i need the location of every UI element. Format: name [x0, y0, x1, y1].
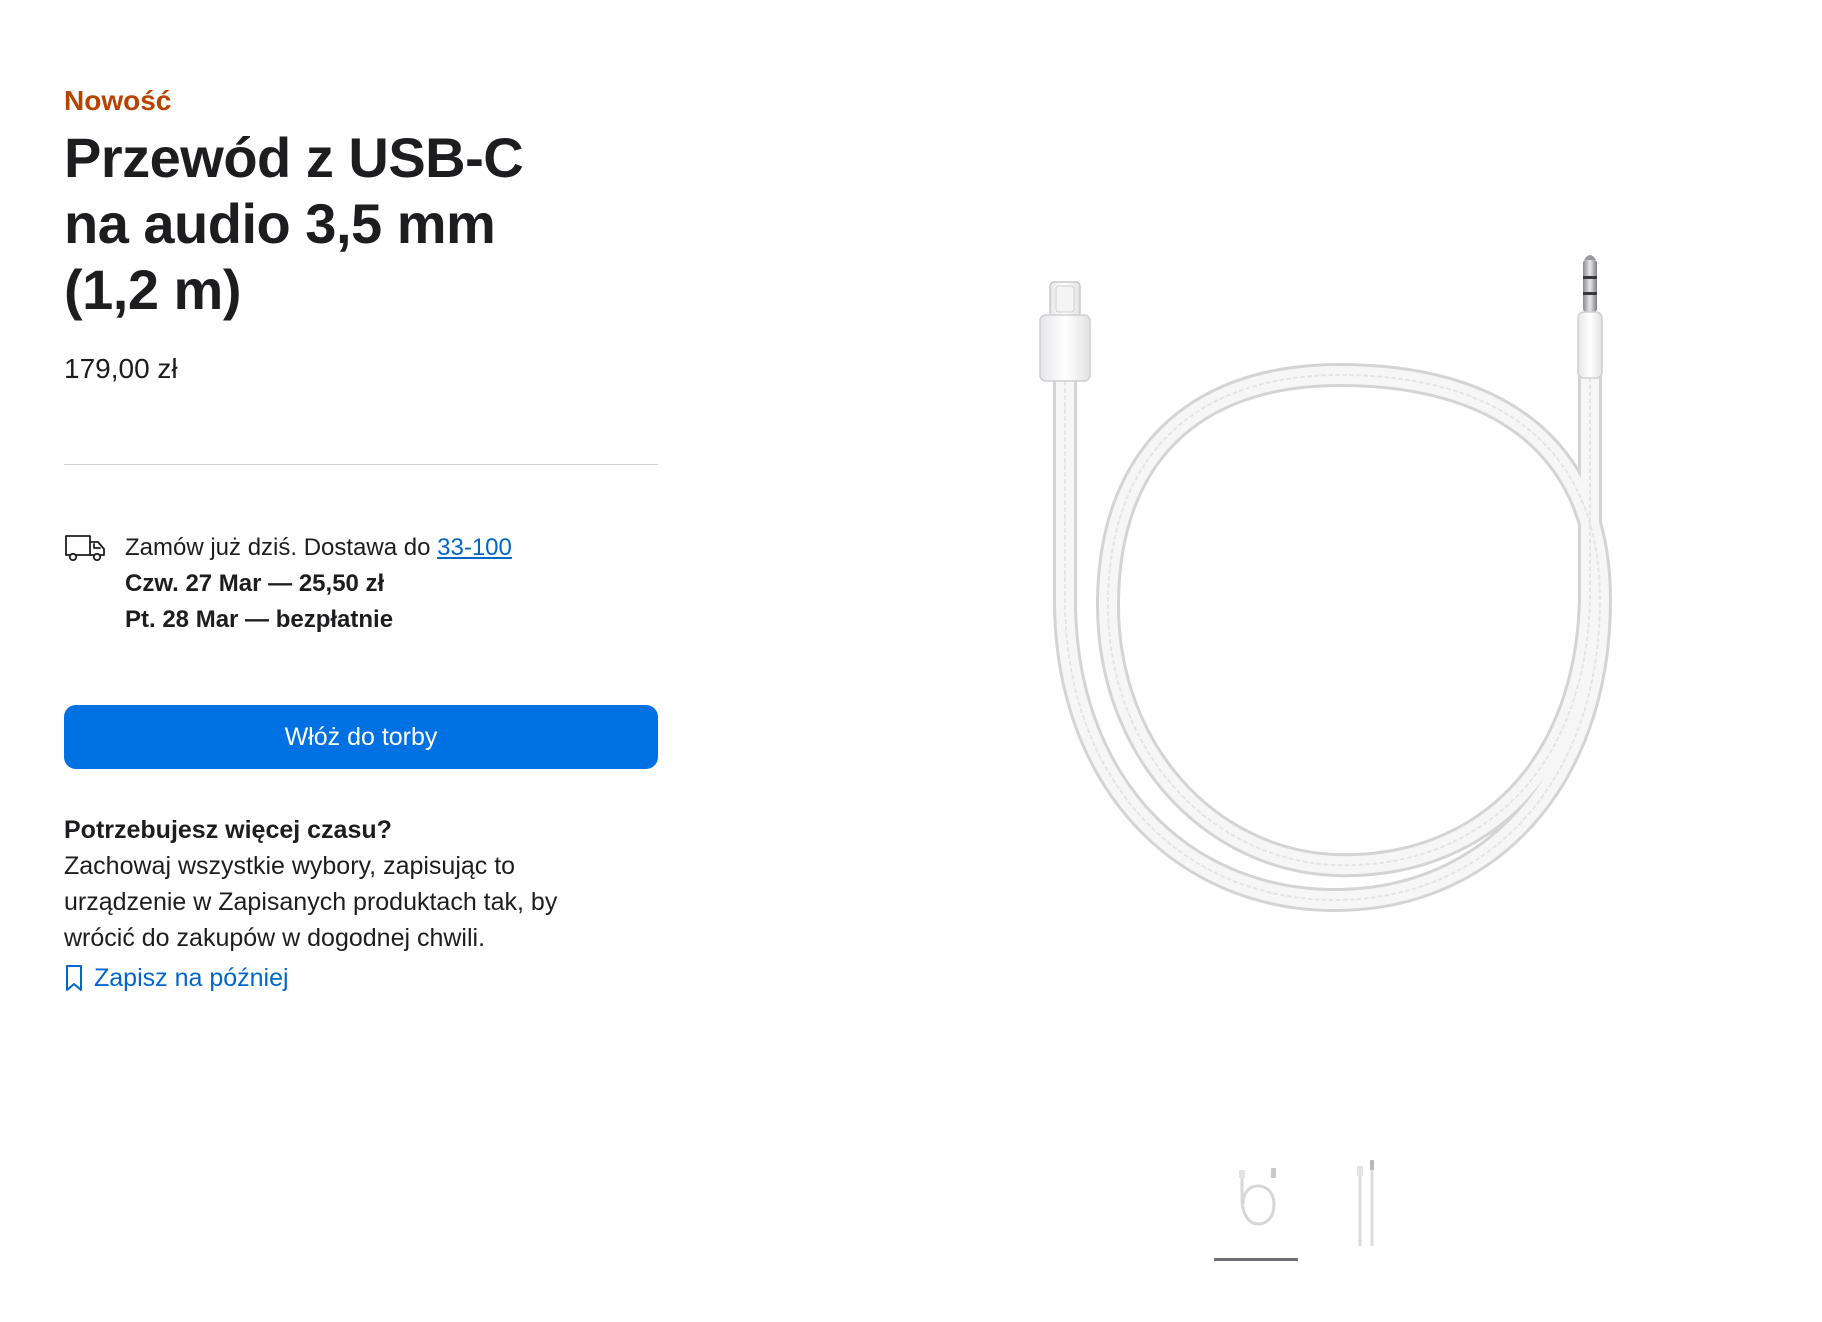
coiled-cable-thumbnail — [1239, 1168, 1276, 1226]
product-title: Przewód z USB-C na audio 3,5 mm (1,2 m) — [64, 125, 658, 323]
zip-code-link[interactable]: 33-100 — [437, 534, 512, 561]
delivery-intro: Zamów już dziś. Dostawa do — [125, 534, 438, 561]
save-description: Zachowaj wszystkie wybory, zapisując to … — [64, 852, 558, 952]
save-heading: Potrzebujesz więcej czasu? — [64, 816, 392, 844]
product-image — [1039, 255, 1613, 913]
truck-icon — [65, 535, 105, 562]
audio-jack-connector — [1577, 255, 1603, 379]
product-page: Nowość Przewód z USB-C na audio 3,5 mm (… — [0, 0, 1822, 1322]
usb-c-connector — [1039, 281, 1091, 382]
bookmark-icon — [66, 965, 82, 991]
delivery-intro-line: Zamów już dziś. Dostawa do 33-100 — [125, 530, 512, 566]
save-for-later-link[interactable]: Zapisz na później — [64, 960, 289, 996]
add-to-bag-button[interactable]: Włóż do torby — [64, 705, 658, 769]
product-title-line: na audio 3,5 mm — [64, 192, 496, 255]
product-price: 179,00 zł — [64, 353, 178, 384]
save-for-later-label: Zapisz na później — [94, 964, 289, 992]
thumbnail-coiled-cable[interactable] — [1214, 1158, 1298, 1261]
delivery-option: Pt. 28 Mar — bezpłatnie — [125, 606, 394, 633]
delivery-text: Zamów już dziś. Dostawa do 33-100 Czw. 2… — [125, 530, 512, 638]
delivery-option: Czw. 27 Mar — 25,50 zł — [125, 570, 385, 597]
gallery-thumbnails — [1210, 1158, 1450, 1268]
straight-cable-thumbnail — [1357, 1160, 1374, 1246]
save-for-later-section: Potrzebujesz więcej czasu? Zachowaj wszy… — [64, 812, 658, 956]
product-title-line: (1,2 m) — [64, 258, 242, 321]
thumbnail-straight-cable[interactable] — [1324, 1158, 1408, 1258]
divider — [64, 464, 658, 465]
selected-thumbnail-indicator — [1214, 1258, 1298, 1261]
new-badge: Nowość — [64, 85, 172, 116]
product-title-line: Przewód z USB-C — [64, 126, 524, 189]
